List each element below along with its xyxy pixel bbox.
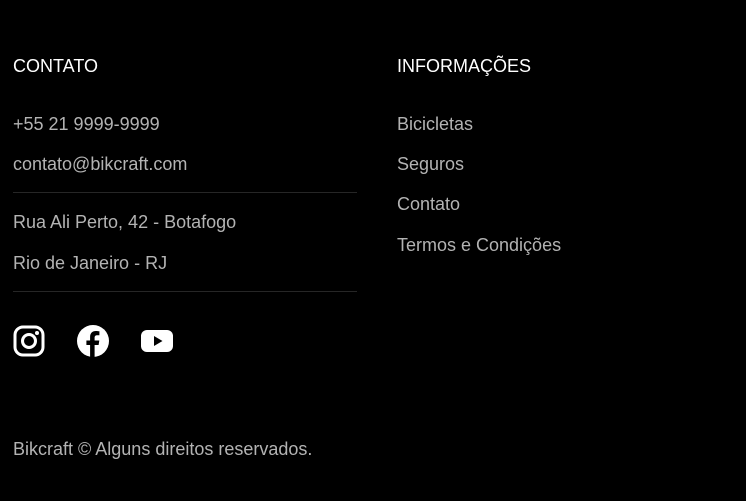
info-link-termos[interactable]: Termos e Condições bbox=[397, 233, 561, 257]
address-line-street: Rua Ali Perto, 42 - Botafogo bbox=[13, 212, 237, 232]
contact-phone-link[interactable]: +55 21 9999-9999 bbox=[13, 112, 160, 136]
copyright-text: Bikcraft © Alguns direitos reservados. bbox=[13, 439, 313, 459]
youtube-link[interactable] bbox=[141, 325, 173, 357]
info-heading: INFORMAÇÕES bbox=[397, 56, 532, 76]
contact-heading: CONTATO bbox=[13, 56, 98, 76]
info-link-seguros[interactable]: Seguros bbox=[397, 152, 464, 176]
contact-divider bbox=[13, 192, 357, 193]
address-line-city: Rio de Janeiro - RJ bbox=[13, 253, 168, 273]
facebook-link[interactable] bbox=[77, 325, 109, 357]
youtube-icon bbox=[141, 330, 173, 352]
address-divider bbox=[13, 291, 357, 292]
info-link-contato[interactable]: Contato bbox=[397, 192, 460, 216]
instagram-icon bbox=[13, 325, 45, 357]
social-links bbox=[13, 325, 173, 357]
info-link-bicicletas[interactable]: Bicicletas bbox=[397, 112, 473, 136]
facebook-icon bbox=[77, 325, 109, 357]
contact-email-link[interactable]: contato@bikcraft.com bbox=[13, 152, 187, 176]
instagram-link[interactable] bbox=[13, 325, 45, 357]
